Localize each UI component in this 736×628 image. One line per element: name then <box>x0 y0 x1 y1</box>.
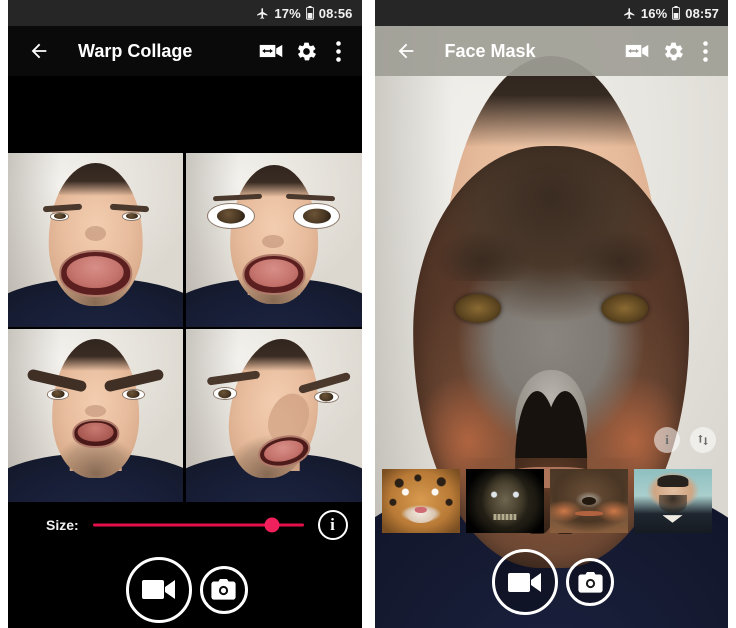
cell-hair <box>51 338 140 371</box>
mask-thumb-skull[interactable] <box>465 469 544 533</box>
slider-thumb[interactable] <box>264 517 280 533</box>
mask-eye-left <box>454 293 502 324</box>
clock-right: 08:57 <box>685 5 719 21</box>
battery-icon <box>305 6 314 20</box>
app-bar-right: Face Mask <box>374 26 728 76</box>
phone-screen-warp-collage: 17% 08:56 Warp Collage Size: i <box>8 0 362 628</box>
more-vertical-icon[interactable] <box>326 31 352 71</box>
mask-brow-right <box>573 230 668 282</box>
cell-nose <box>85 404 107 417</box>
clock-left: 08:56 <box>318 5 353 21</box>
cell-hair <box>48 163 143 197</box>
size-control-row: Size: i <box>8 502 362 548</box>
mask-thumbnail-strip <box>381 469 722 533</box>
cell-eye-left <box>46 389 70 400</box>
capture-bar-left <box>8 548 362 628</box>
capture-bar-right <box>375 536 729 628</box>
dual-screenshot-stage: 17% 08:56 Warp Collage Size: i 16% 08:57… <box>0 0 736 628</box>
warp-cell-angry-squash[interactable] <box>8 328 184 502</box>
mask-eye-right <box>600 293 648 324</box>
collage-top-letterbox <box>8 76 362 153</box>
record-video-button-right[interactable] <box>492 549 559 615</box>
gear-icon[interactable] <box>288 31 326 71</box>
phone-screen-face-mask: 16% 08:57 Face Mask i <box>374 0 729 628</box>
airplane-mode-icon <box>256 7 269 20</box>
size-label: Size: <box>46 517 79 533</box>
app-bar-left: Warp Collage <box>8 26 362 76</box>
page-title-right: Face Mask <box>444 40 536 61</box>
swap-arrows-icon[interactable] <box>690 427 716 453</box>
cell-eye-left <box>212 387 238 400</box>
take-photo-button-left[interactable] <box>199 565 248 614</box>
gear-icon[interactable] <box>654 31 692 71</box>
battery-percent-left: 17% <box>274 5 301 21</box>
info-button-left[interactable]: i <box>317 510 348 540</box>
status-bar-left: 17% 08:56 <box>8 0 362 26</box>
cell-mouth <box>58 250 133 297</box>
mask-thumb-orangutan[interactable] <box>549 469 628 533</box>
battery-icon <box>672 6 681 20</box>
mask-brow-left <box>435 230 530 282</box>
cell-eye-right <box>121 389 145 400</box>
page-title-left: Warp Collage <box>78 40 193 61</box>
cell-eye-right <box>314 390 339 404</box>
cell-eye-right <box>121 211 142 221</box>
airplane-mode-icon <box>623 7 636 20</box>
floating-actions: i <box>654 427 716 453</box>
status-bar-right: 16% 08:57 <box>374 0 728 26</box>
cell-eye-left <box>207 203 255 230</box>
take-photo-button-right[interactable] <box>566 558 615 606</box>
switch-camera-icon[interactable] <box>620 31 654 71</box>
back-arrow-icon[interactable] <box>389 31 423 71</box>
back-arrow-icon[interactable] <box>22 31 56 71</box>
mask-thumb-lincoln[interactable] <box>633 469 712 533</box>
warp-collage-grid <box>8 153 362 502</box>
more-vertical-icon[interactable] <box>692 31 718 71</box>
warp-cell-big-mouth[interactable] <box>8 153 184 327</box>
record-video-button-left[interactable] <box>125 556 192 623</box>
switch-camera-icon[interactable] <box>254 31 288 71</box>
cell-hair <box>230 165 318 198</box>
cell-hair <box>231 338 325 371</box>
info-button-right[interactable]: i <box>654 427 680 453</box>
cell-mouth <box>71 418 120 449</box>
size-slider[interactable] <box>92 514 304 536</box>
warp-cell-bug-eyes[interactable] <box>186 153 362 327</box>
warp-cell-stretch[interactable] <box>186 328 362 502</box>
mask-thumb-jaguar[interactable] <box>381 469 460 533</box>
cell-eye-left <box>50 211 70 221</box>
battery-percent-right: 16% <box>640 5 668 21</box>
cell-mouth <box>242 253 306 296</box>
